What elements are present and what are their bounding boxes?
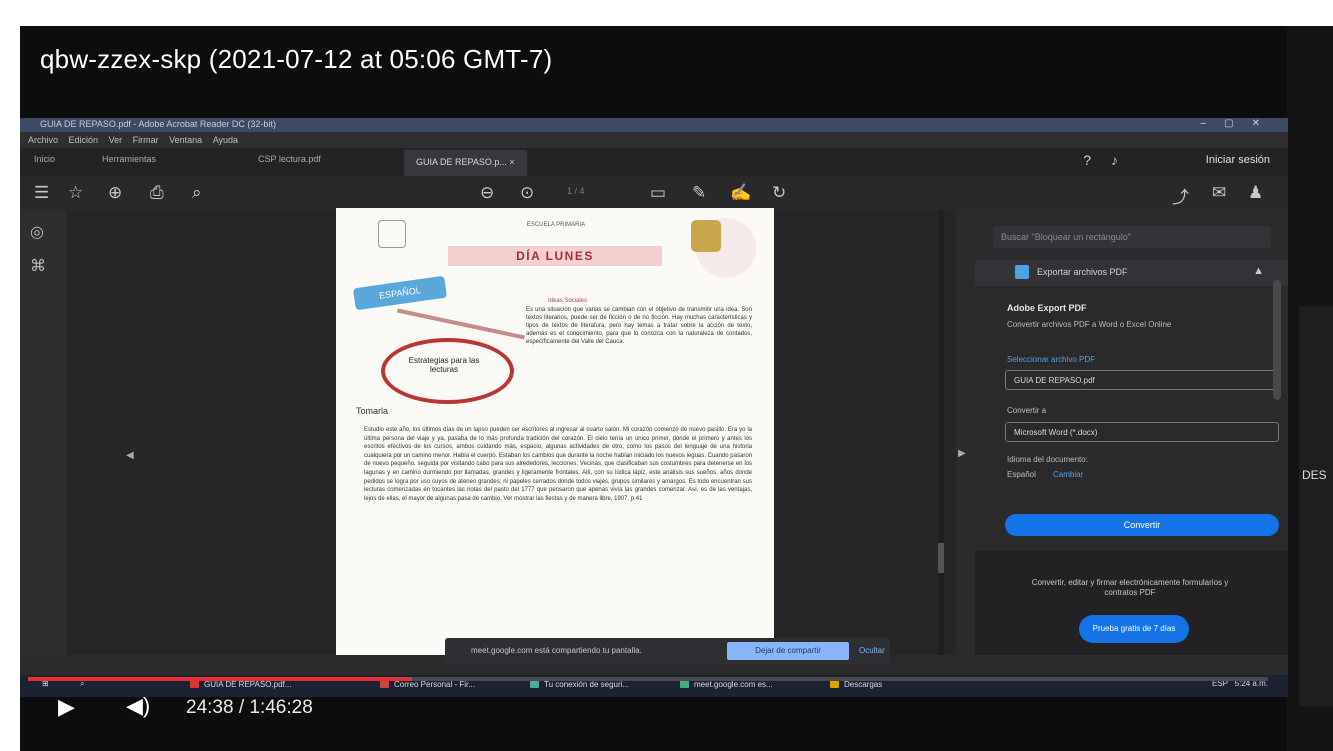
- video-player[interactable]: qbw-zzex-skp (2021-07-12 at 05:06 GMT-7)…: [20, 26, 1333, 751]
- video-title: qbw-zzex-skp (2021-07-12 at 05:06 GMT-7): [40, 44, 553, 74]
- menu-item-ventana[interactable]: Ventana: [169, 135, 202, 145]
- export-pdf-icon: [1015, 265, 1029, 279]
- left-rail: ◎ ⌘: [20, 210, 66, 655]
- free-trial-button[interactable]: Prueba gratis de 7 días: [1079, 615, 1189, 643]
- bell-icon[interactable]: ♪: [1111, 152, 1138, 168]
- tab-bar: Inicio Herramientas CSP lectura.pdf GUIA…: [20, 148, 1288, 176]
- document-scroll-thumb[interactable]: [938, 543, 944, 573]
- panel-scrollbar[interactable]: [1273, 280, 1281, 400]
- export-pdf-title: Exportar archivos PDF: [1037, 267, 1128, 277]
- acrobat-toolbar: ☰ ☆ ⊕ ⎙ ⌕ ⊖ ⊙ 1 / 4 ▭ ✎ ✍ ↻ ⤴ ✉ ♟: [20, 176, 1288, 210]
- chevron-up-icon[interactable]: ▲: [1253, 265, 1264, 277]
- play-button[interactable]: ▶: [58, 694, 75, 720]
- share-message: meet.google.com está compartiendo tu pan…: [471, 646, 642, 655]
- progress-bar-fill: [28, 677, 413, 681]
- window-controls[interactable]: –▢✕: [1201, 118, 1278, 129]
- menubar: Archivo Edición Ver Firmar Ventana Ayuda: [20, 132, 1288, 148]
- menu-item-firmar[interactable]: Firmar: [133, 135, 159, 145]
- menu-item-edicion[interactable]: Edición: [69, 135, 99, 145]
- volume-icon[interactable]: ◀): [126, 693, 150, 719]
- sign-icon[interactable]: ✍: [730, 183, 751, 203]
- reading-body: Estudio este año, los últimos días de un…: [364, 427, 752, 502]
- acrobat-titlebar: GUIA DE REPASO.pdf - Adobe Acrobat Reade…: [20, 118, 1288, 132]
- pen-icon[interactable]: ✎: [692, 183, 706, 203]
- ring-text: Estrategias para las lecturas: [408, 356, 480, 374]
- file-select[interactable]: GUIA DE REPASO.pdf: [1005, 370, 1279, 390]
- stop-sharing-button[interactable]: Dejar de compartir: [727, 642, 849, 660]
- tab-tools[interactable]: Herramientas: [102, 154, 156, 164]
- adobe-export-description: Convertir archivos PDF a Word o Excel On…: [1007, 320, 1172, 329]
- next-page-icon[interactable]: ⊙: [520, 183, 534, 203]
- star-icon[interactable]: ☆: [68, 183, 83, 203]
- page-indicator[interactable]: 1 / 4: [567, 186, 585, 196]
- zoom-icon[interactable]: ⌕: [192, 183, 202, 203]
- school-logo: [691, 220, 721, 252]
- document-language-value: Español: [1007, 470, 1036, 479]
- menu-icon[interactable]: ☰: [34, 183, 49, 203]
- attachment-icon[interactable]: ⌘: [30, 256, 46, 276]
- adobe-export-title: Adobe Export PDF: [1007, 303, 1087, 313]
- tools-panel: Buscar "Bloquear un rectángulo" Exportar…: [975, 210, 1288, 655]
- footer-promo-text: Convertir, editar y firmar electrónicame…: [1031, 578, 1229, 597]
- tab-home[interactable]: Inicio: [34, 154, 55, 164]
- side-label: DES: [1302, 468, 1327, 482]
- prev-page-icon[interactable]: ⊖: [480, 183, 494, 203]
- tab-bar-icons: ?♪: [1083, 152, 1138, 168]
- pencil-illustration: [397, 308, 525, 340]
- side-panel-card: [1299, 306, 1333, 706]
- user-icon[interactable]: ♟: [1248, 183, 1263, 203]
- time-display: 24:38 / 1:46:28: [186, 697, 313, 718]
- help-icon[interactable]: ?: [1083, 152, 1111, 168]
- subject-sticker: ESPAÑOL: [352, 275, 448, 311]
- message-icon[interactable]: ✉: [1212, 183, 1226, 203]
- tab-csp-lectura[interactable]: CSP lectura.pdf: [258, 154, 321, 164]
- share-icon[interactable]: ⤴: [1172, 183, 1189, 208]
- collapse-left-icon[interactable]: ◀: [126, 450, 134, 461]
- document-scrollbar[interactable]: [938, 210, 944, 655]
- tab-guia-repaso[interactable]: GUIA DE REPASO.p... ×: [404, 150, 527, 176]
- screen-share-notification: meet.google.com está compartiendo tu pan…: [445, 638, 890, 664]
- export-pdf-header[interactable]: Exportar archivos PDF ▲: [975, 260, 1288, 286]
- section-heading: Ideas Sociales: [548, 298, 588, 304]
- collapse-right-icon[interactable]: ▶: [958, 448, 966, 459]
- change-language-link[interactable]: Cambiar: [1053, 470, 1083, 479]
- menu-item-ayuda[interactable]: Ayuda: [213, 135, 238, 145]
- sign-in-button[interactable]: Iniciar sesión: [1206, 154, 1270, 166]
- intro-paragraph: Es una situación que varias se cambian c…: [526, 307, 752, 345]
- comment-icon[interactable]: ▭: [650, 183, 666, 203]
- document-language-label: Idioma del documento:: [1007, 455, 1088, 464]
- rotate-icon[interactable]: ↻: [772, 183, 786, 203]
- school-header: ESCUELA PRIMARIA: [526, 222, 586, 228]
- hide-button[interactable]: Ocultar: [859, 646, 885, 655]
- menu-item-ver[interactable]: Ver: [109, 135, 123, 145]
- convert-to-label: Convertir a: [1007, 406, 1047, 415]
- panel-search-input[interactable]: Buscar "Bloquear un rectángulo": [993, 226, 1271, 248]
- upload-icon[interactable]: ⊕: [108, 183, 122, 203]
- school-crest: [378, 220, 406, 248]
- panel-footer: Convertir, editar y firmar electrónicame…: [975, 550, 1288, 655]
- convert-button[interactable]: Convertir: [1005, 514, 1279, 536]
- bookmark-icon[interactable]: ◎: [30, 222, 44, 242]
- day-banner: DÍA LUNES: [448, 246, 662, 266]
- shared-screen: GUIA DE REPASO.pdf - Adobe Acrobat Reade…: [20, 118, 1288, 697]
- print-icon[interactable]: ⎙: [150, 183, 164, 203]
- document-area[interactable]: ◀ ESCUELA PRIMARIA DÍA LUNES ESPAÑOL Est…: [66, 208, 956, 655]
- acrobat-window-title: GUIA DE REPASO.pdf - Adobe Acrobat Reade…: [40, 119, 276, 129]
- select-file-label: Seleccionar archivo PDF: [1007, 355, 1096, 364]
- format-select[interactable]: Microsoft Word (*.docx): [1005, 422, 1279, 442]
- menu-item-archivo[interactable]: Archivo: [28, 135, 58, 145]
- reading-title: Tomarla: [356, 406, 389, 416]
- pdf-page: ESCUELA PRIMARIA DÍA LUNES ESPAÑOL Estra…: [336, 208, 774, 655]
